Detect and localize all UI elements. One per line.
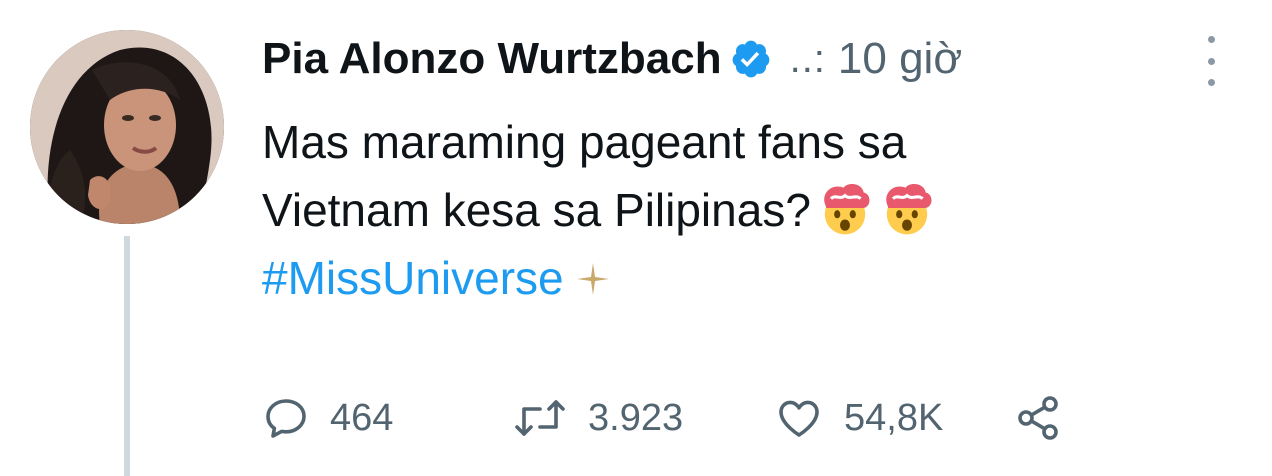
tweet-actions: 464 3.923 54,8K [262, 386, 1062, 450]
author-handle[interactable]: ..: [790, 37, 826, 82]
tweet-timestamp[interactable]: 10 giờ [838, 34, 962, 84]
tweet-text-line-3: #MissUniverse [262, 244, 1222, 312]
tweet-header: Pia Alonzo Wurtzbach ..: 10 giờ [262, 26, 962, 92]
exploding-head-emoji [879, 180, 935, 236]
retweet-count: 3.923 [588, 396, 684, 439]
avatar-photo [30, 30, 224, 224]
verified-badge-icon [730, 38, 772, 80]
exploding-head-emoji [817, 180, 873, 236]
like-count: 54,8K [844, 396, 944, 439]
tweet-text: Mas maraming pageant fans sa Vietnam kes… [262, 108, 1222, 312]
share-icon [1018, 396, 1058, 440]
tweet[interactable]: Pia Alonzo Wurtzbach ..: 10 giờ Mas mara… [0, 0, 1272, 476]
like-button[interactable]: 54,8K [774, 394, 1014, 442]
more-vertical-icon[interactable] [1196, 36, 1226, 86]
tweet-text-line-2-text: Vietnam kesa sa Pilipinas? [262, 184, 811, 236]
sparkle-emoji [576, 246, 610, 295]
reply-icon [266, 399, 306, 438]
tweet-text-line-2: Vietnam kesa sa Pilipinas? [262, 176, 1222, 244]
reply-count: 464 [330, 396, 394, 439]
thread-line [124, 236, 130, 476]
share-button[interactable] [1014, 394, 1062, 442]
tweet-text-line-1: Mas maraming pageant fans sa [262, 116, 907, 168]
retweet-icon [515, 400, 565, 436]
retweet-button[interactable]: 3.923 [512, 394, 774, 442]
reply-button[interactable]: 464 [262, 394, 512, 442]
heart-icon [779, 400, 819, 437]
author-display-name[interactable]: Pia Alonzo Wurtzbach [262, 34, 722, 84]
hashtag-link[interactable]: #MissUniverse [262, 252, 564, 304]
avatar[interactable] [30, 30, 224, 224]
